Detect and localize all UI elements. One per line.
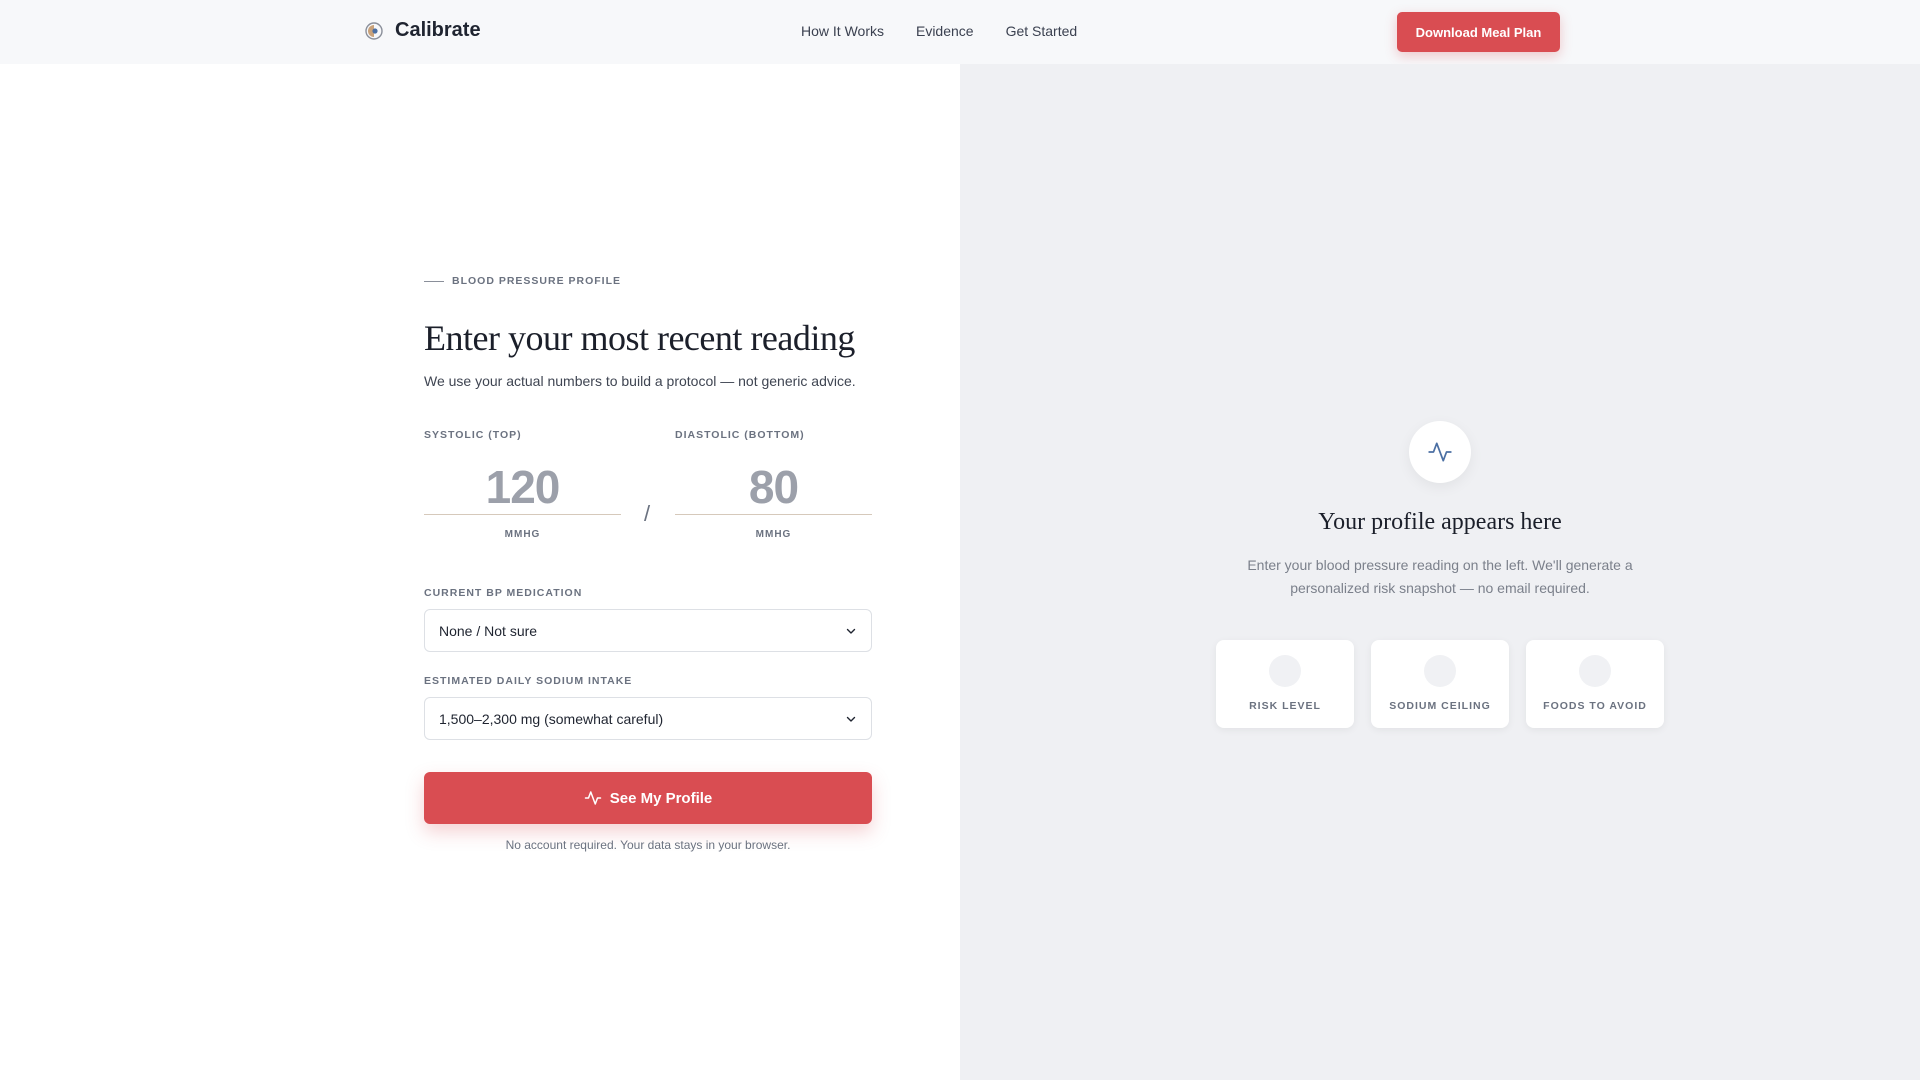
brand-name: Calibrate — [395, 19, 481, 41]
nav-get-started[interactable]: Get Started — [1006, 23, 1078, 39]
diastolic-unit: MMHG — [755, 529, 792, 540]
placeholder-dot — [1579, 655, 1611, 687]
systolic-unit: MMHG — [504, 529, 541, 540]
form-pane: BLOOD PRESSURE PROFILE Enter your most r… — [0, 64, 960, 1080]
card-label: RISK LEVEL — [1249, 700, 1321, 712]
privacy-note: No account required. Your data stays in … — [505, 838, 791, 852]
eyebrow-rule — [424, 280, 444, 282]
systolic-input[interactable]: 120 — [424, 459, 621, 515]
main-nav: How It Works Evidence Get Started — [801, 23, 1077, 39]
download-meal-plan-button[interactable]: Download Meal Plan — [1397, 12, 1560, 52]
placeholder-dot — [1269, 655, 1301, 687]
page-title: Enter your most recent reading — [424, 318, 855, 358]
card-label: FOODS TO AVOID — [1543, 700, 1647, 712]
submit-label: See My Profile — [609, 789, 713, 807]
diastolic-input[interactable]: 80 — [675, 459, 872, 515]
bp-form: BLOOD PRESSURE PROFILE Enter your most r… — [424, 275, 872, 852]
profile-preview: Your profile appears here Enter your blo… — [960, 421, 1920, 728]
card-label: SODIUM CEILING — [1389, 700, 1491, 712]
medication-value: None / Not sure — [439, 622, 538, 639]
sodium-select[interactable]: 1,500–2,300 mg (somewhat careful) — [424, 697, 872, 740]
pulse-icon — [584, 791, 601, 805]
diastolic-placeholder: 80 — [748, 461, 799, 513]
preview-description: Enter your blood pressure reading on the… — [1247, 557, 1633, 596]
preview-pane: Your profile appears here Enter your blo… — [960, 64, 1920, 1080]
preview-icon-badge — [1409, 421, 1471, 483]
medication-label: CURRENT BP MEDICATION — [424, 587, 583, 599]
nav-how-it-works[interactable]: How It Works — [801, 23, 884, 39]
page-subtitle: We use your actual numbers to build a pr… — [424, 373, 856, 389]
placeholder-dot — [1424, 655, 1456, 687]
top-header: Calibrate How It Works Evidence Get Star… — [0, 0, 1920, 64]
sodium-ceiling-card: SODIUM CEILING — [1371, 640, 1509, 728]
eyebrow: BLOOD PRESSURE PROFILE — [424, 275, 872, 287]
preview-cards: RISK LEVEL SODIUM CEILING FOODS TO AVOID — [960, 640, 1920, 728]
diastolic-label: DIASTOLIC (BOTTOM) — [675, 429, 805, 441]
foods-to-avoid-card: FOODS TO AVOID — [1526, 640, 1664, 728]
bp-reading-row: SYSTOLIC (TOP) 120 MMHG / DIASTOLIC (BOT… — [424, 429, 872, 559]
bp-separator: / — [644, 501, 651, 526]
systolic-label: SYSTOLIC (TOP) — [424, 429, 522, 441]
chevron-down-icon — [846, 716, 856, 722]
eyebrow-text: BLOOD PRESSURE PROFILE — [452, 275, 622, 287]
logo-icon — [365, 21, 383, 40]
brand[interactable]: Calibrate — [365, 19, 481, 42]
risk-level-card: RISK LEVEL — [1216, 640, 1354, 728]
medication-select[interactable]: None / Not sure — [424, 609, 872, 652]
chevron-down-icon — [846, 628, 856, 634]
nav-evidence[interactable]: Evidence — [916, 23, 974, 39]
sodium-label: ESTIMATED DAILY SODIUM INTAKE — [424, 675, 633, 687]
pulse-icon — [1428, 442, 1452, 462]
sodium-value: 1,500–2,300 mg (somewhat careful) — [439, 710, 664, 727]
see-my-profile-button[interactable]: See My Profile — [424, 772, 872, 824]
preview-title: Your profile appears here — [1318, 509, 1562, 535]
systolic-placeholder: 120 — [485, 461, 561, 513]
